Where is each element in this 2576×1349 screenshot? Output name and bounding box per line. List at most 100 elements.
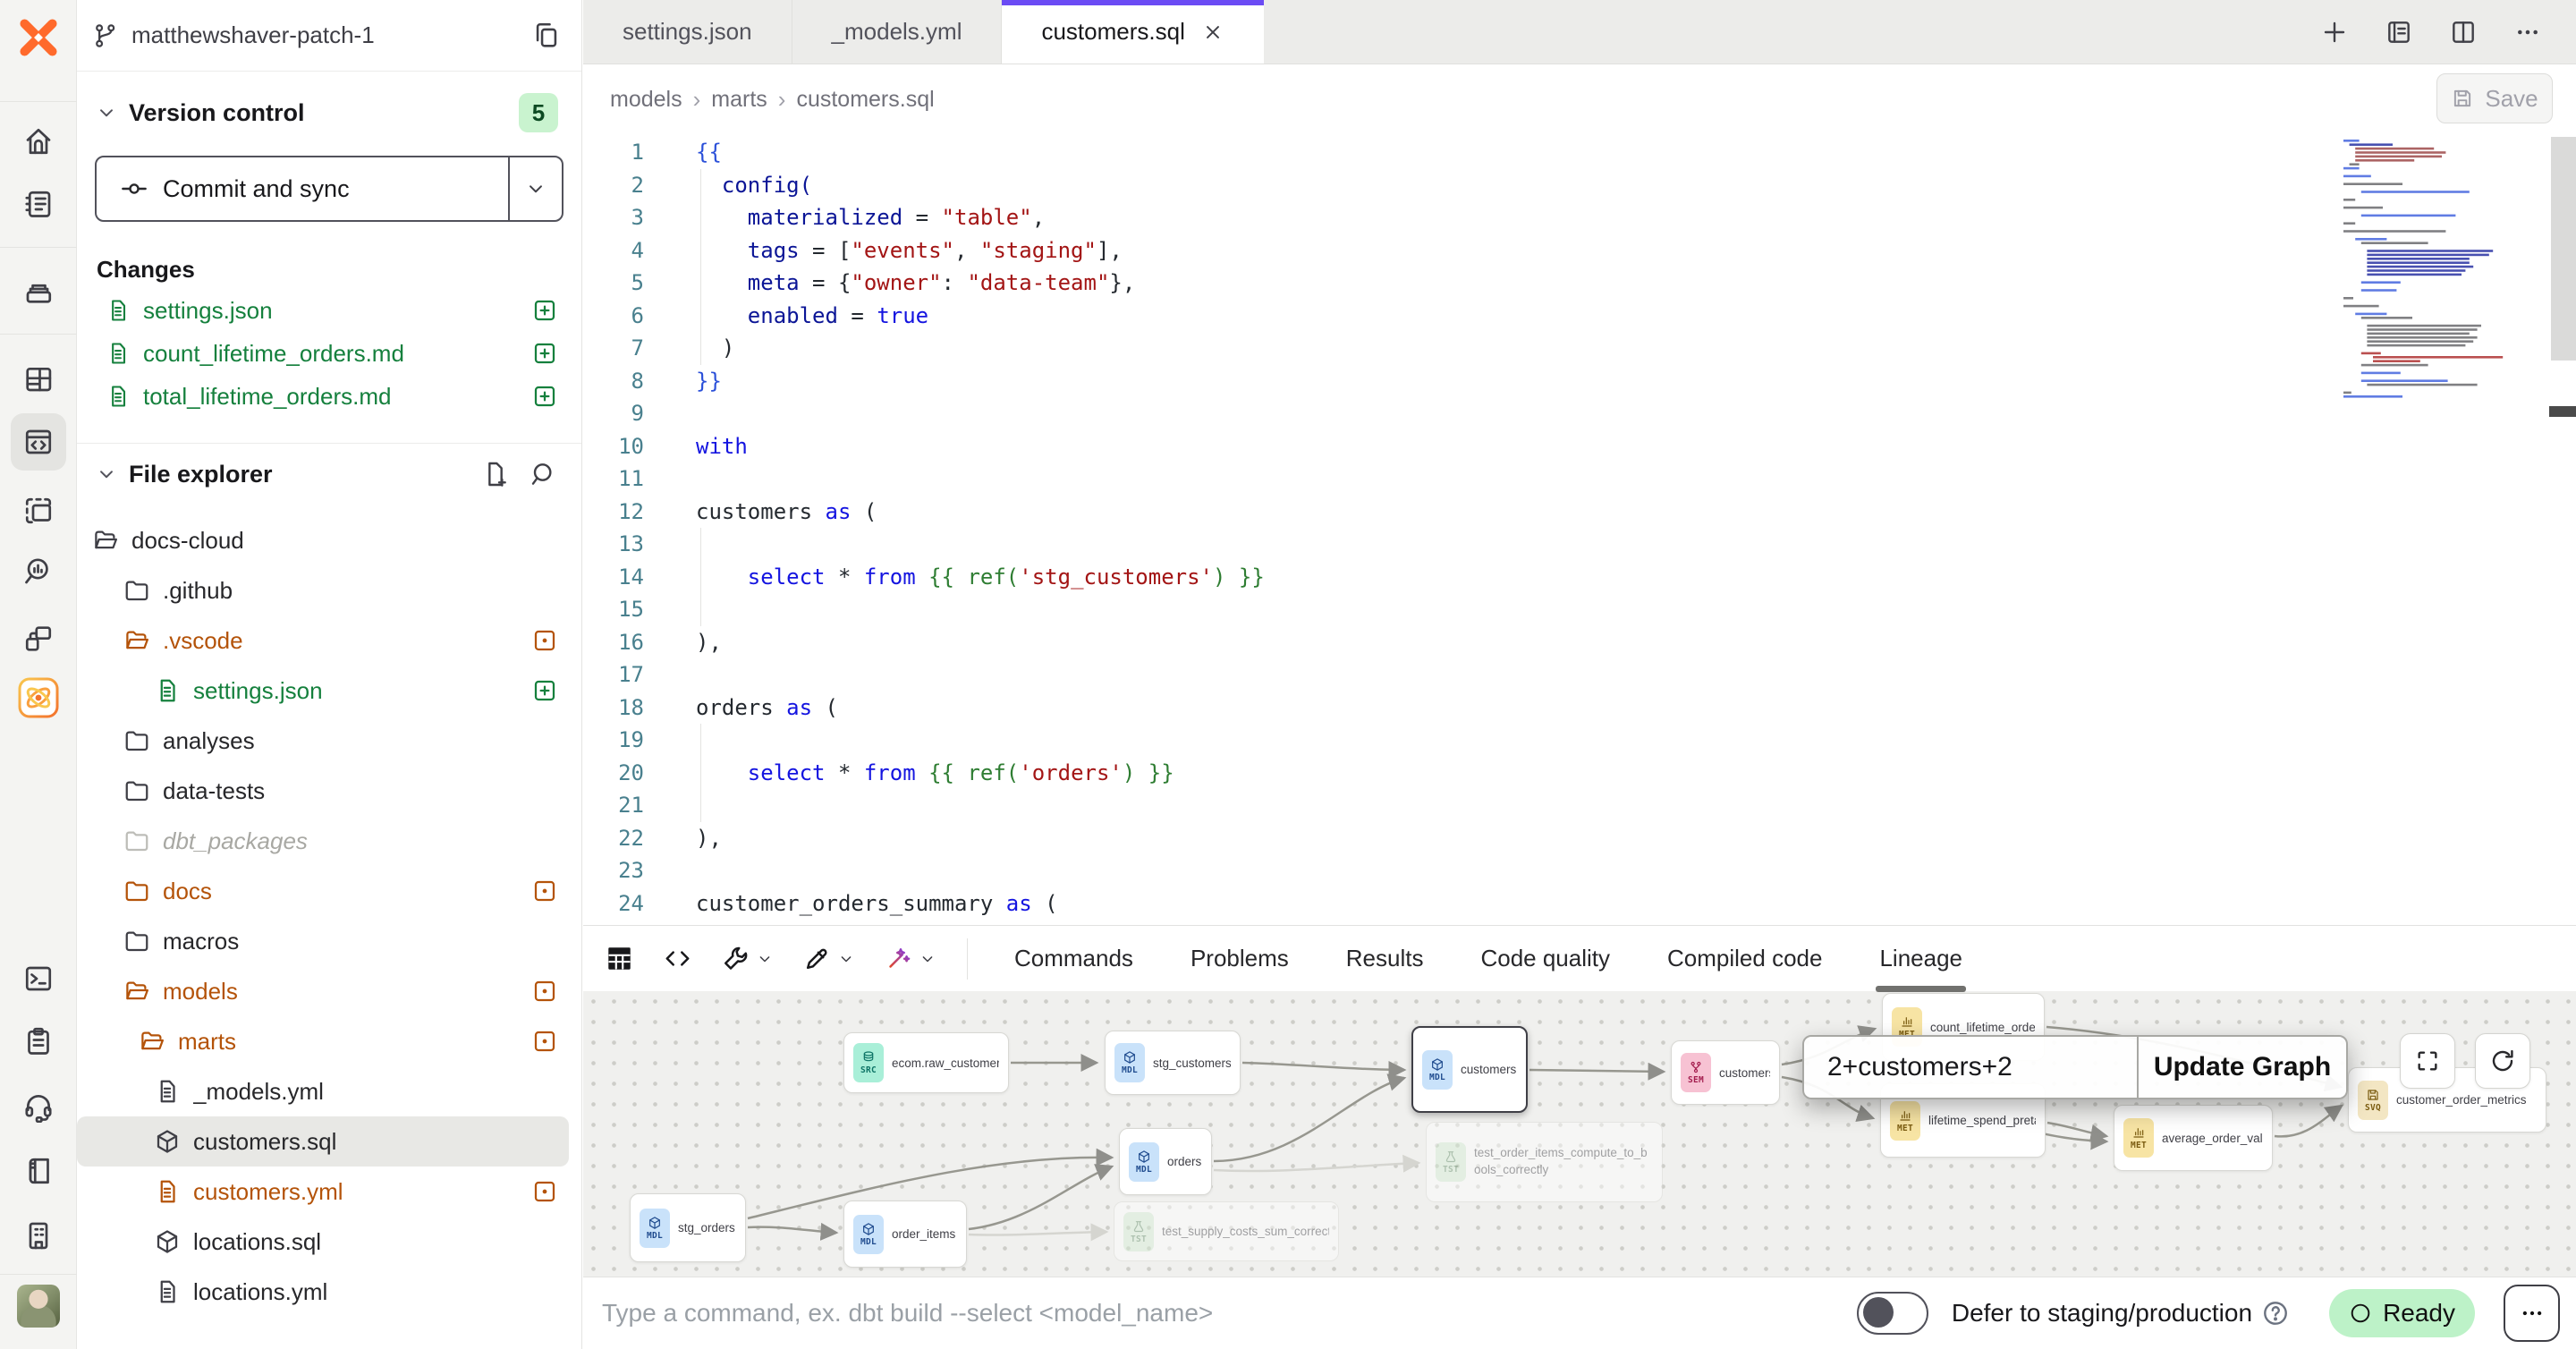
lineage-node-orders[interactable]: MDLorders bbox=[1119, 1128, 1212, 1195]
file-tree-item-locations-sql[interactable]: locations.sql bbox=[77, 1217, 581, 1267]
more-actions-icon[interactable] bbox=[2513, 18, 2542, 47]
panel-tab-problems[interactable]: Problems bbox=[1162, 926, 1318, 992]
user-avatar[interactable] bbox=[0, 1281, 77, 1331]
lineage-node-stg-customers[interactable]: MDLstg_customers bbox=[1105, 1031, 1241, 1095]
file-explorer-header[interactable]: File explorer bbox=[77, 453, 581, 496]
more-options-button[interactable] bbox=[2504, 1285, 2560, 1342]
stage-file-icon[interactable] bbox=[531, 383, 558, 410]
nav-notebook[interactable] bbox=[0, 179, 77, 229]
panel-tab-lineage[interactable]: Lineage bbox=[1851, 926, 1991, 992]
file-tree-item-customers-yml[interactable]: customers.yml bbox=[77, 1167, 581, 1217]
save-button[interactable]: Save bbox=[2436, 73, 2553, 123]
node-label: ecom.raw_customers bbox=[892, 1056, 999, 1070]
commit-and-sync-button[interactable]: Commit and sync bbox=[95, 156, 564, 222]
build-tools-button[interactable] bbox=[721, 944, 774, 973]
fullscreen-button[interactable] bbox=[2400, 1033, 2455, 1089]
file-tree-item--models-yml[interactable]: _models.yml bbox=[77, 1066, 581, 1116]
folder-open-icon bbox=[92, 527, 119, 554]
stage-file-icon[interactable] bbox=[531, 297, 558, 324]
changed-file-row[interactable]: total_lifetime_orders.md bbox=[77, 375, 581, 418]
breadcrumb-item[interactable]: models bbox=[610, 87, 682, 113]
breadcrumb-item[interactable]: marts bbox=[711, 87, 767, 113]
file-tree-item-models[interactable]: models bbox=[77, 966, 581, 1016]
changed-file-row[interactable]: count_lifetime_orders.md bbox=[77, 332, 581, 375]
editor-minimap[interactable] bbox=[2343, 140, 2536, 407]
file-tree-item-settings-json[interactable]: settings.json bbox=[77, 666, 581, 716]
nav-home[interactable] bbox=[0, 116, 77, 166]
version-control-header[interactable]: Version control 5 bbox=[77, 91, 581, 134]
ai-assist-button[interactable] bbox=[884, 944, 936, 973]
file-tree-item-docs-cloud[interactable]: docs-cloud bbox=[77, 515, 581, 565]
help-icon[interactable] bbox=[2261, 1299, 2290, 1328]
code-editor[interactable]: 1{{2 config(3 materialized = "table",4 t… bbox=[583, 136, 2336, 920]
file-tree-item-customers-sql[interactable]: customers.sql bbox=[77, 1116, 569, 1167]
changed-file-row[interactable]: settings.json bbox=[77, 289, 581, 332]
branch-name: matthewshaver-patch-1 bbox=[131, 21, 519, 49]
copy-icon[interactable] bbox=[531, 21, 562, 51]
close-icon[interactable] bbox=[1201, 21, 1224, 44]
lineage-node-order-items[interactable]: MDLorder_items bbox=[843, 1201, 967, 1268]
nav-compare[interactable] bbox=[0, 614, 77, 664]
nav-explore[interactable] bbox=[0, 547, 77, 597]
code-view-button[interactable] bbox=[663, 944, 692, 973]
editor-tabstrip: settings.json_models.ymlcustomers.sql bbox=[583, 0, 2576, 64]
nav-docs[interactable] bbox=[0, 1146, 77, 1196]
panel-tab-commands[interactable]: Commands bbox=[986, 926, 1162, 992]
file-list-icon[interactable] bbox=[2385, 18, 2413, 47]
commit-options-dropdown[interactable] bbox=[508, 157, 562, 220]
breadcrumb-item[interactable]: customers.sql bbox=[796, 87, 934, 113]
lineage-node-test-order-items-compute-to-bools-correctly[interactable]: TSTtest_order_items_compute_to_bools_cor… bbox=[1426, 1122, 1663, 1202]
file-tree-item-docs[interactable]: docs bbox=[77, 866, 581, 916]
editor-tab-_models.yml[interactable]: _models.yml bbox=[792, 0, 1003, 64]
editor-scrollbar-track[interactable] bbox=[2551, 137, 2576, 361]
panel-tab-compiled-code[interactable]: Compiled code bbox=[1639, 926, 1851, 992]
editor-scrollbar-thumb[interactable] bbox=[2549, 406, 2576, 417]
file-icon bbox=[106, 384, 131, 409]
file-tree-item--vscode[interactable]: .vscode bbox=[77, 615, 581, 666]
nav-dashboard[interactable] bbox=[0, 354, 77, 404]
dbt-logo[interactable] bbox=[0, 13, 77, 63]
line-number: 10 bbox=[583, 430, 644, 463]
lineage-canvas[interactable]: SRCecom.raw_customers MDLstg_customers MDL… bbox=[583, 991, 2576, 1277]
results-table-button[interactable] bbox=[605, 944, 634, 973]
panel-tab-code-quality[interactable]: Code quality bbox=[1452, 926, 1639, 992]
file-tree-item-macros[interactable]: macros bbox=[77, 916, 581, 966]
nav-ide[interactable] bbox=[0, 417, 77, 467]
file-tree-item--github[interactable]: .github bbox=[77, 565, 581, 615]
editor-tab-customers.sql[interactable]: customers.sql bbox=[1002, 0, 1263, 64]
format-button[interactable] bbox=[802, 944, 855, 973]
file-tree-item-analyses[interactable]: analyses bbox=[77, 716, 581, 766]
update-graph-button[interactable]: Update Graph bbox=[2139, 1037, 2346, 1098]
nav-terminal[interactable] bbox=[0, 954, 77, 1004]
nav-organization[interactable] bbox=[0, 1210, 77, 1260]
nav-support[interactable] bbox=[0, 1082, 77, 1132]
lineage-node-test-supply-costs-sum-correctly[interactable]: TSTtest_supply_costs_sum_correctly bbox=[1114, 1201, 1339, 1261]
search-icon[interactable] bbox=[530, 460, 558, 488]
refresh-lineage-button[interactable] bbox=[2475, 1033, 2530, 1089]
format-brush-icon bbox=[802, 944, 832, 973]
file-tree-item-dbt-packages[interactable]: dbt_packages bbox=[77, 816, 581, 866]
stage-file-icon[interactable] bbox=[531, 340, 558, 367]
defer-toggle[interactable] bbox=[1857, 1292, 1928, 1335]
file-tree-item-data-tests[interactable]: data-tests bbox=[77, 766, 581, 816]
command-input[interactable]: Type a command, ex. dbt build --select <… bbox=[602, 1299, 1857, 1328]
new-file-icon[interactable] bbox=[481, 460, 510, 488]
chevron-down-icon bbox=[919, 950, 936, 968]
nav-select[interactable] bbox=[0, 486, 77, 536]
lineage-node-customers[interactable]: SEMcustomers bbox=[1671, 1040, 1780, 1105]
file-tree-item-marts[interactable]: marts bbox=[77, 1016, 581, 1066]
lineage-node-stg-orders[interactable]: MDLstg_orders bbox=[630, 1193, 746, 1262]
lineage-node-customers[interactable]: MDLcustomers bbox=[1411, 1026, 1528, 1113]
nav-dbt-project[interactable] bbox=[0, 673, 77, 723]
lineage-node-average-order-value[interactable]: METaverage_order_value bbox=[2114, 1105, 2273, 1171]
nav-environments[interactable] bbox=[0, 267, 77, 317]
panel-tab-results[interactable]: Results bbox=[1318, 926, 1453, 992]
file-explorer-title: File explorer bbox=[129, 461, 273, 488]
lineage-selector-input[interactable]: 2+customers+2 bbox=[1804, 1037, 2137, 1098]
lineage-node-ecom-raw-customers[interactable]: SRCecom.raw_customers bbox=[843, 1032, 1009, 1093]
editor-tab-settings.json[interactable]: settings.json bbox=[583, 0, 792, 64]
file-tree-item-locations-yml[interactable]: locations.yml bbox=[77, 1267, 581, 1317]
split-editor-icon[interactable] bbox=[2449, 18, 2478, 47]
nav-tasks[interactable] bbox=[0, 1016, 77, 1066]
new-tab-icon[interactable] bbox=[2320, 18, 2349, 47]
